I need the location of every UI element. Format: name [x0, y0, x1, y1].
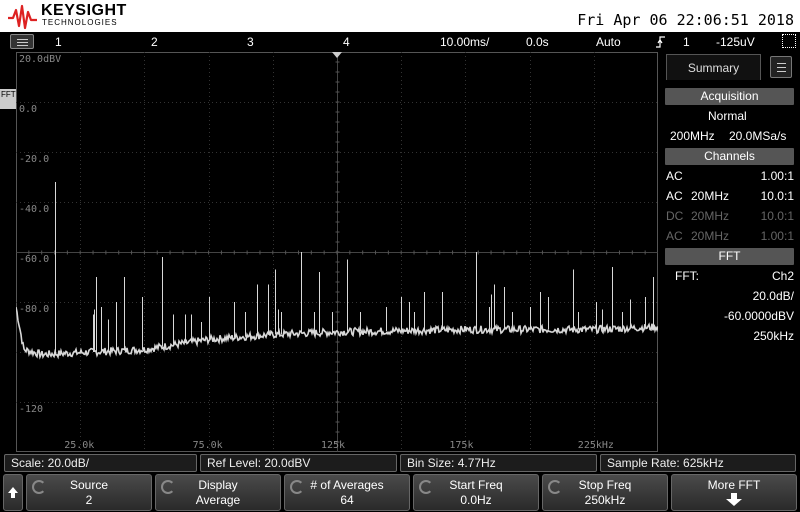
knob-icon	[161, 480, 175, 494]
info-scale: Scale: 20.0dB/	[4, 454, 197, 472]
status-bar: 1 2 3 4 10.00ms/ 0.0s Auto 1 -125uV	[0, 32, 800, 52]
channel-4-coupling: AC	[666, 229, 683, 243]
softkey-source-value: 2	[85, 493, 93, 507]
y-axis-label: -120	[19, 404, 43, 415]
knob-icon	[290, 480, 304, 494]
up-arrow-icon	[8, 487, 18, 498]
fft-header: FFT	[665, 248, 794, 265]
trigger-mode[interactable]: Auto	[596, 35, 621, 49]
channel-1-coupling: AC	[666, 169, 683, 183]
info-sample-rate: Sample Rate: 625kHz	[600, 454, 796, 472]
datetime: Fri Apr 06 22:06:51 2018	[577, 11, 794, 29]
softkey-averages[interactable]: # of Averages 64	[284, 474, 410, 511]
fft-offset: -60.0000dBV	[723, 309, 794, 323]
softkey-source[interactable]: Source 2	[26, 474, 152, 511]
x-axis-label: 175k	[449, 440, 473, 451]
acquisition-sample-rate: 20.0MSa/s	[729, 129, 787, 143]
waveform-display[interactable]: 20.0dBV 0.0 -20.0 -40.0 -60.0 -80.0 -120 25.0k 7…	[16, 52, 658, 452]
knob-icon	[548, 480, 562, 494]
channel-3-bandwidth: 20MHz	[691, 209, 730, 223]
channel-1-probe: 1.00:1	[760, 169, 794, 183]
panel-menu-icon[interactable]	[770, 56, 792, 78]
delay[interactable]: 0.0s	[526, 35, 549, 49]
x-axis-label: 25.0k	[64, 440, 94, 451]
y-axis-label: 20.0dBV	[19, 54, 61, 65]
knob-icon	[419, 480, 433, 494]
channel-2-bandwidth: 20MHz	[691, 189, 730, 203]
channel-2-probe: 10.0:1	[760, 189, 794, 203]
channel-3-indicator[interactable]: 3	[247, 35, 254, 49]
channel-4-indicator[interactable]: 4	[343, 35, 350, 49]
back-button[interactable]	[3, 474, 23, 511]
y-axis-label: -60.0	[19, 254, 49, 265]
acquisition-bandwidth: 200MHz	[670, 129, 715, 143]
header-bar: KEYSIGHT TECHNOLOGIES Fri Apr 06 22:06:5…	[0, 0, 800, 32]
fft-scale: 20.0dB/	[752, 289, 794, 303]
channel-3-coupling: DC	[666, 209, 684, 223]
softkey-start-freq[interactable]: Start Freq 0.0Hz	[413, 474, 539, 511]
x-axis-label: 125k	[321, 440, 345, 451]
softkey-display[interactable]: Display Average	[155, 474, 281, 511]
fft-source: Ch2	[771, 269, 794, 283]
channel-4-bandwidth: 20MHz	[691, 229, 730, 243]
fft-marker[interactable]: FFT	[0, 89, 16, 109]
info-bin-size: Bin Size: 4.77Hz	[400, 454, 597, 472]
channel-4-probe: 1.00:1	[760, 229, 794, 243]
summary-panel: Summary Acquisition Normal 200MHz 20.0MS…	[660, 52, 800, 452]
softkey-averages-value: 64	[340, 493, 354, 507]
down-arrow-icon	[726, 493, 742, 506]
knob-icon	[32, 480, 46, 494]
fft-span: 250kHz	[753, 329, 794, 343]
fft-info-bar: Scale: 20.0dB/ Ref Level: 20.0dBV Bin Si…	[0, 452, 800, 473]
channel-2-indicator[interactable]: 2	[151, 35, 158, 49]
x-axis-label: 225kHz	[578, 440, 614, 451]
trigger-level[interactable]: -125uV	[716, 35, 755, 49]
trigger-source[interactable]: 1	[683, 35, 690, 49]
y-axis-label: 0.0	[19, 104, 37, 115]
main-menu-button[interactable]	[10, 34, 34, 49]
softkey-display-value: Average	[195, 493, 241, 507]
acquisition-mode: Normal	[708, 109, 747, 123]
trigger-position-marker	[332, 52, 342, 58]
trigger-edge-icon	[655, 35, 667, 52]
channel-1-indicator[interactable]: 1	[55, 35, 62, 49]
softkey-stop-freq[interactable]: Stop Freq 250kHz	[542, 474, 668, 511]
softkey-bar: Source 2 Display Average # of Averages 6…	[0, 473, 800, 512]
channels-header: Channels	[665, 148, 794, 165]
brand-subtitle: TECHNOLOGIES	[42, 18, 118, 27]
x-axis-label: 75.0k	[193, 440, 223, 451]
info-ref-level: Ref Level: 20.0dBV	[200, 454, 397, 472]
y-axis-label: -80.0	[19, 304, 49, 315]
fft-label: FFT:	[675, 269, 699, 283]
tab-summary[interactable]: Summary	[666, 54, 761, 80]
fft-plot: 20.0dBV 0.0 -20.0 -40.0 -60.0 -80.0 -120 25.0k 7…	[16, 52, 658, 452]
channel-3-probe: 10.0:1	[760, 209, 794, 223]
fft-marker-label: FFT	[1, 90, 16, 99]
softkey-stop-freq-value: 250kHz	[584, 493, 626, 507]
zoom-icon[interactable]	[782, 34, 796, 48]
acquisition-header: Acquisition	[665, 88, 794, 105]
softkey-more-fft-label: More FFT	[707, 478, 761, 492]
timebase[interactable]: 10.00ms/	[440, 35, 489, 49]
softkey-more-fft[interactable]: More FFT	[671, 474, 797, 511]
channel-2-coupling: AC	[666, 189, 683, 203]
softkey-start-freq-value: 0.0Hz	[460, 493, 492, 507]
y-axis-label: -20.0	[19, 154, 49, 165]
y-axis-label: -40.0	[19, 204, 49, 215]
